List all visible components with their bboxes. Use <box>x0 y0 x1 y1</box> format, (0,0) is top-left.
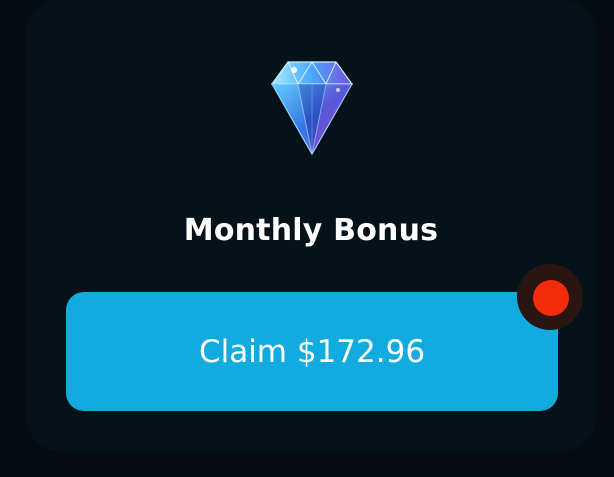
notification-dot <box>533 280 569 316</box>
claim-bonus-button[interactable]: Claim $172.96 <box>66 292 558 411</box>
bonus-title: Monthly Bonus <box>183 213 439 248</box>
diamond-icon <box>254 50 370 162</box>
monthly-bonus-card: Monthly Bonus Claim $172.96 <box>26 0 596 451</box>
